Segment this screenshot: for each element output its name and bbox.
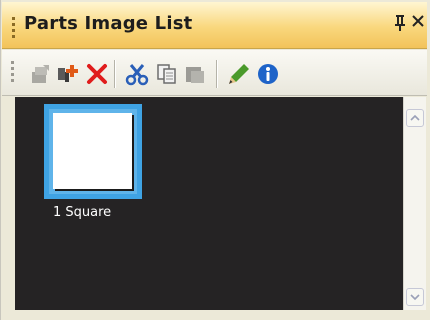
square-thumbnail-image xyxy=(53,113,132,189)
pin-icon[interactable] xyxy=(393,14,407,37)
info-icon xyxy=(258,64,278,84)
add-part-button[interactable] xyxy=(55,61,81,87)
edit-pencil-icon xyxy=(229,64,249,84)
delete-icon xyxy=(87,64,107,84)
parts-image-list-panel: Parts Image List 1 Square xyxy=(0,0,430,320)
import-image-button[interactable] xyxy=(28,61,54,87)
panel-bottom-edge xyxy=(2,310,427,320)
toolbar-separator xyxy=(114,60,116,88)
vertical-scrollbar[interactable] xyxy=(403,97,426,310)
list-item-label: 1 Square xyxy=(53,205,112,220)
copy-icon xyxy=(157,64,176,84)
title-grip-handle[interactable] xyxy=(12,17,16,39)
info-button[interactable] xyxy=(255,61,281,87)
import-image-icon xyxy=(32,65,49,83)
toolbar xyxy=(2,50,427,96)
parts-image-list[interactable]: 1 Square xyxy=(15,97,403,310)
toolbar-grip-handle[interactable] xyxy=(11,61,15,87)
scroll-down-button[interactable] xyxy=(406,288,424,306)
add-part-icon xyxy=(58,65,78,82)
list-item-thumbnail[interactable] xyxy=(44,104,142,199)
edit-button[interactable] xyxy=(226,61,252,87)
paste-icon xyxy=(186,67,204,83)
delete-button[interactable] xyxy=(84,61,110,87)
chevron-up-icon xyxy=(410,114,420,121)
close-icon[interactable] xyxy=(410,11,426,36)
panel-title-bar[interactable]: Parts Image List xyxy=(2,2,427,49)
cut-button[interactable] xyxy=(124,61,150,87)
paste-button[interactable] xyxy=(182,61,208,87)
cut-icon xyxy=(125,64,149,86)
chevron-down-icon xyxy=(410,294,420,301)
panel-title: Parts Image List xyxy=(24,13,193,34)
copy-button[interactable] xyxy=(154,61,180,87)
scroll-up-button[interactable] xyxy=(406,109,424,127)
toolbar-separator xyxy=(216,60,218,88)
